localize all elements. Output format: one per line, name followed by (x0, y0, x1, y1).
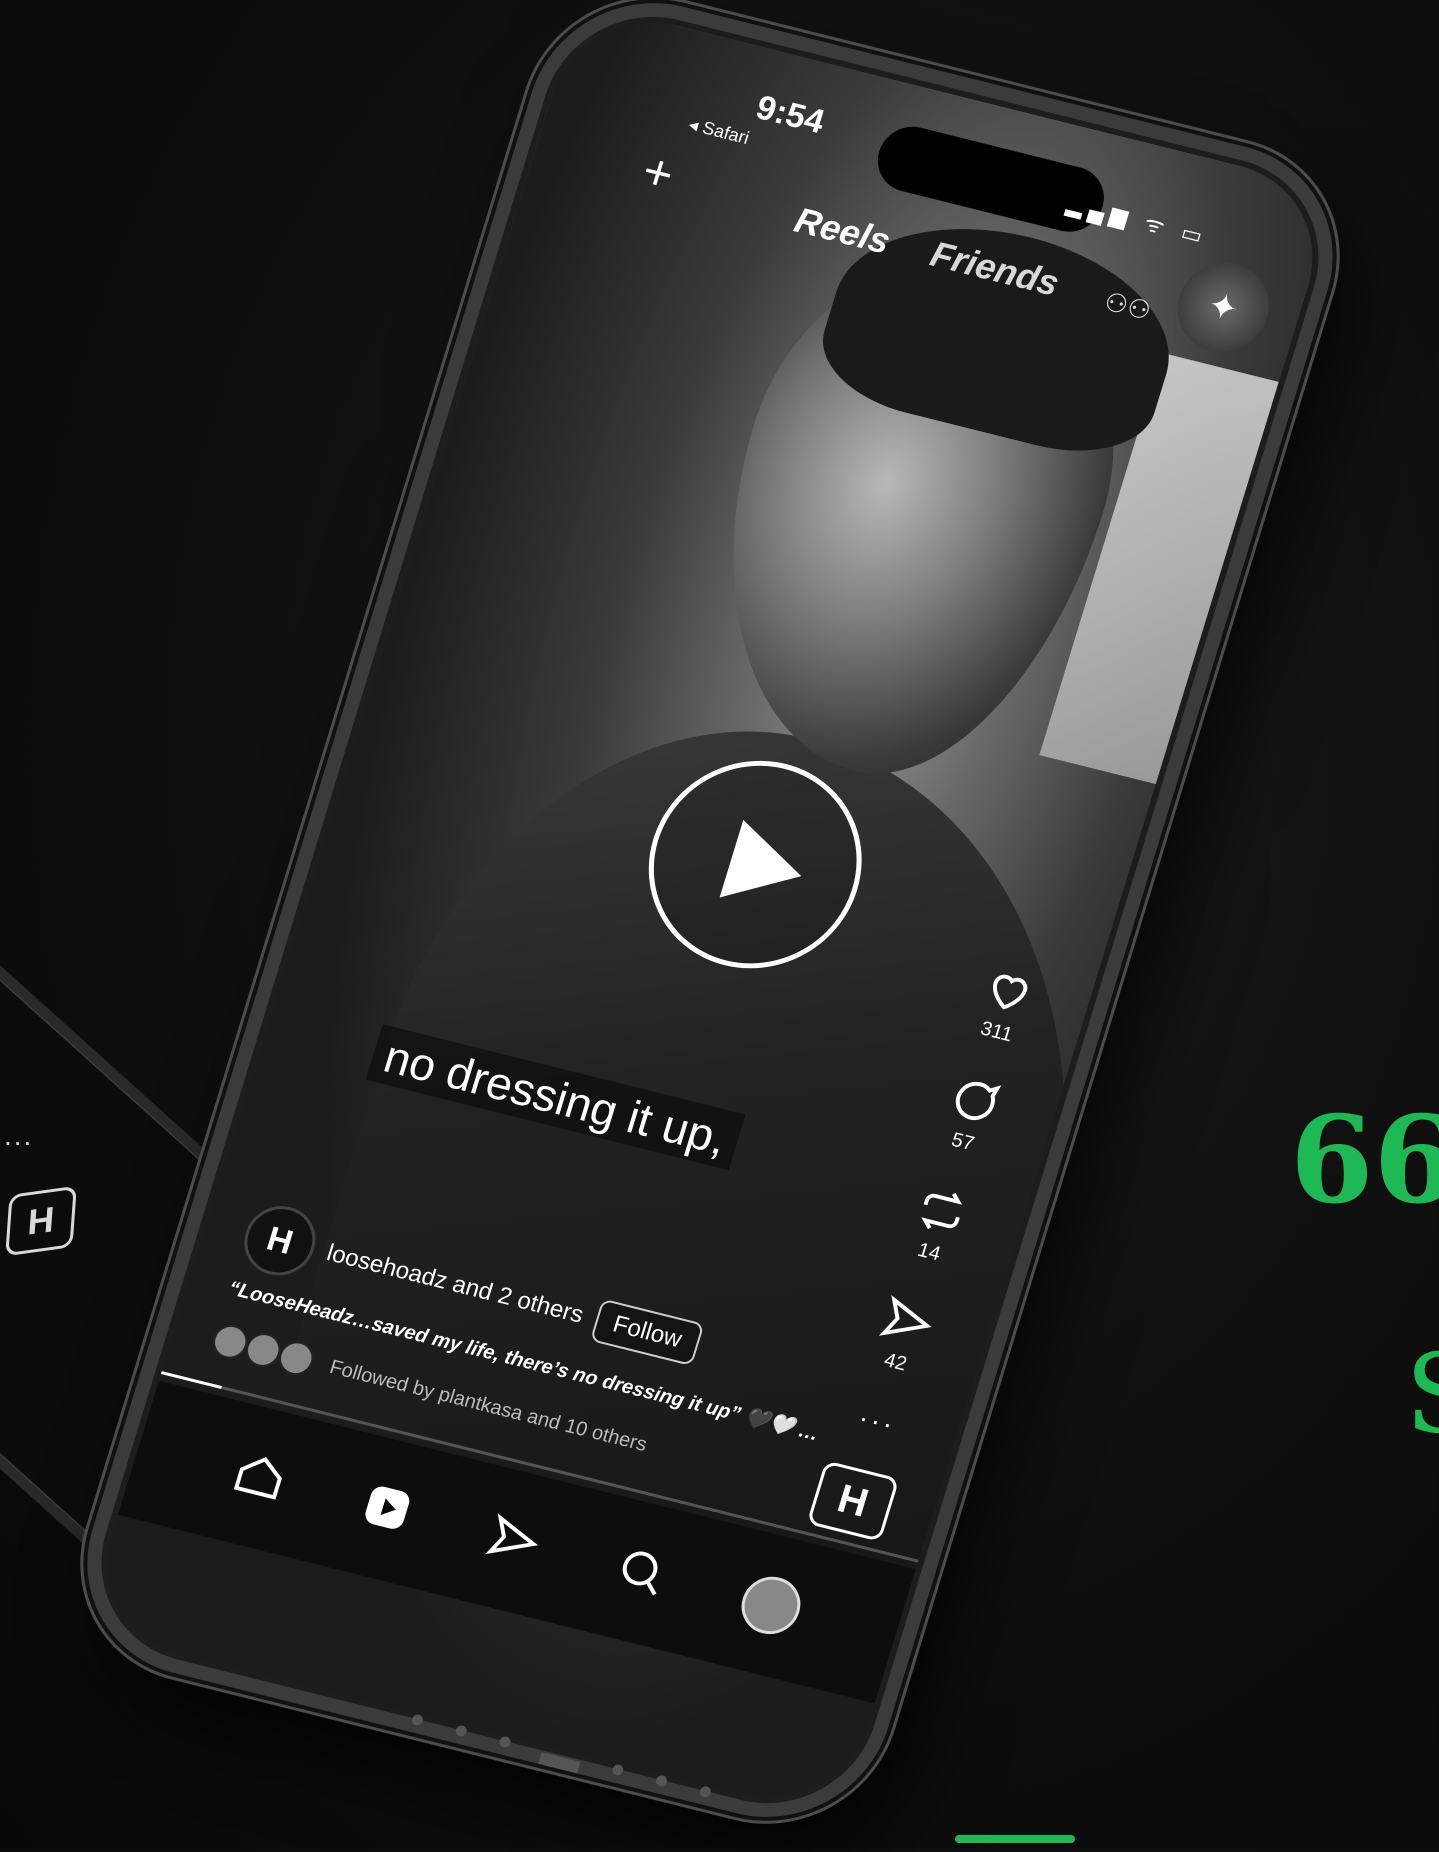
reels-screen: 9:54 ◂ Safari ▂▄▆ ᯤ ▭ + Reels Friends ⚇⚇… (82, 1, 1338, 1819)
back-to-safari-link[interactable]: ◂ Safari (686, 114, 751, 149)
reels-icon (365, 1486, 410, 1529)
nav-search[interactable] (607, 1539, 674, 1606)
background-phone-logo: H (5, 1185, 77, 1257)
repost-icon (921, 1192, 963, 1230)
share-count: 42 (881, 1349, 910, 1376)
share-button[interactable]: 42 (867, 1290, 941, 1380)
quote-mark-decoration: 66 (1290, 1090, 1439, 1231)
search-icon (622, 1551, 658, 1595)
like-button[interactable]: 311 (968, 960, 1042, 1050)
avatar (208, 1321, 252, 1363)
repost-count: 14 (915, 1238, 944, 1266)
profile-avatar (733, 1570, 808, 1641)
comment-button[interactable]: 57 (934, 1070, 1008, 1160)
status-icons: ▂▄▆ ᯤ ▭ (1063, 191, 1212, 250)
nav-profile[interactable] (733, 1570, 808, 1641)
avatar (274, 1337, 318, 1379)
play-icon (719, 819, 802, 898)
nav-home[interactable] (226, 1444, 293, 1511)
nav-reels[interactable] (353, 1476, 420, 1543)
send-icon (485, 1512, 539, 1554)
nav-messages[interactable] (480, 1508, 547, 1575)
author-avatar[interactable]: H (235, 1198, 325, 1283)
dynamic-island (869, 119, 1113, 239)
phone-mockup: 9:54 ◂ Safari ▂▄▆ ᯤ ▭ + Reels Friends ⚇⚇… (57, 0, 1363, 1843)
accent-line-decoration (955, 1835, 1075, 1843)
brand-logo-icon: ✦ (1166, 253, 1281, 362)
tab-reels[interactable]: Reels (790, 199, 895, 262)
comment-icon (955, 1081, 1002, 1120)
heart-icon (992, 974, 1028, 1010)
background-phone-dots: ... (4, 1120, 34, 1151)
status-time: 9:54 (751, 88, 829, 142)
home-icon (234, 1456, 283, 1500)
send-icon (878, 1294, 932, 1336)
follow-button[interactable]: Follow (589, 1298, 705, 1367)
avatar (241, 1329, 285, 1371)
repost-button[interactable]: 14 (900, 1180, 974, 1270)
quote-letter-decoration: S (1405, 1330, 1439, 1458)
like-count: 311 (977, 1017, 1016, 1047)
create-plus-button[interactable]: + (636, 141, 681, 204)
comment-count: 57 (948, 1128, 977, 1156)
